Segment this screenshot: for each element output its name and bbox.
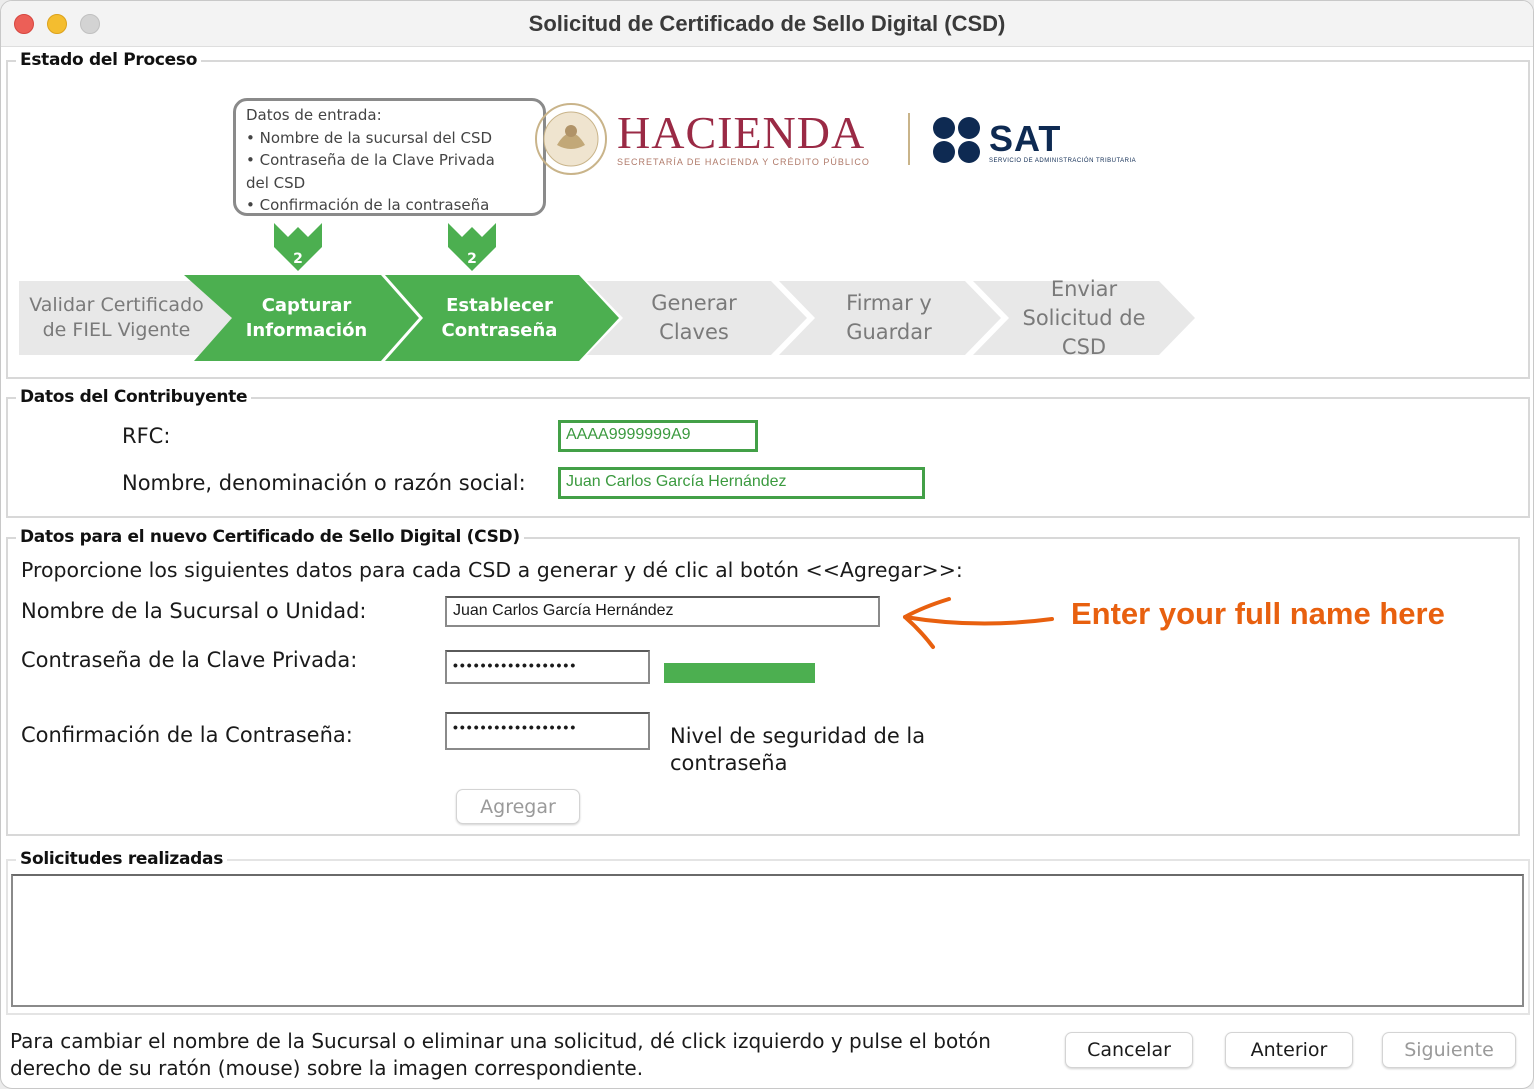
step-enviar-solicitud: Enviar Solicitud de CSD [1009,275,1159,361]
mexico-coat-of-arms-icon [535,103,607,175]
csd-request-window: Solicitud de Certificado de Sello Digita… [0,0,1534,1089]
business-name-label: Nombre, denominación o razón social: [122,471,526,495]
add-button[interactable]: Agregar [456,789,580,824]
step-marker-number: 2 [467,251,477,267]
footer-help-text: Para cambiar el nombre de la Sucursal o … [10,1028,991,1082]
cancel-button[interactable]: Cancelar [1065,1032,1193,1068]
password-confirm-input[interactable]: •••••••••••••••••• [445,712,650,750]
hacienda-logo-subtitle: SECRETARÍA DE HACIENDA Y CRÉDITO PÚBLICO [617,157,870,167]
branch-name-input[interactable]: Juan Carlos García Hernández [445,596,880,627]
sat-logo-subtitle: SERVICIO DE ADMINISTRACIÓN TRIBUTARIA [989,158,1137,164]
hacienda-logo-text: HACIENDA [617,107,866,158]
step-label: Capturar [261,295,352,316]
next-button[interactable]: Siguiente [1382,1032,1516,1068]
previous-button[interactable]: Anterior [1225,1032,1353,1068]
input-data-line: • Nombre de la sucursal del CSD [246,128,493,147]
submitted-requests-list[interactable] [11,874,1524,1007]
step-label: Validar Certificado [29,294,204,316]
process-status-legend: Estado del Proceso [16,50,202,70]
new-csd-data-legend: Datos para el nuevo Certificado de Sello… [16,527,524,547]
input-data-line: del CSD [246,173,306,192]
annotation-arrow-icon [903,597,1054,649]
csd-instructions: Proporcione los siguientes datos para ca… [21,558,963,582]
input-data-line: • Contraseña de la Clave Privada [246,151,495,169]
step-validar-fiel: Validar Certificado de FIEL Vigente [29,275,204,361]
step-firmar-guardar: Firmar y Guardar [819,275,959,361]
window-title: Solicitud de Certificado de Sello Digita… [528,11,1006,36]
step-label: Firmar y [846,291,932,315]
submitted-requests-legend: Solicitudes realizadas [16,849,228,869]
private-key-password-input[interactable]: •••••••••••••••••• [445,650,650,684]
business-name-field: Juan Carlos García Hernández [558,467,925,499]
sat-logo: SAT SERVICIO DE ADMINISTRACIÓN TRIBUTARI… [989,118,1136,164]
branch-name-label: Nombre de la Sucursal o Unidad: [21,599,367,623]
step-label: Solicitud de [1022,305,1146,330]
input-data-line: • Confirmación de la contraseña [246,196,490,214]
sat-logo-text: SAT [989,118,1062,159]
step-label: Contraseña [441,320,558,341]
step-label: Claves [659,320,729,344]
password-strength-bar [664,663,815,683]
input-data-callout: Datos de entrada: • Nombre de la sucursa… [233,98,546,216]
step-establecer-contrasena: Establecer Contraseña [427,275,572,361]
rfc-field: AAAA9999999A9 [558,420,758,452]
password-security-level-label: Nivel de seguridad de la contraseña [670,723,925,777]
step-marker-icon: 2 [448,223,496,271]
security-label-line: Nivel de seguridad de la [670,724,926,748]
rfc-label: RFC: [122,424,171,448]
input-data-title: Datos de entrada: [246,106,382,124]
step-label: Enviar [1050,276,1118,301]
step-capturar-informacion: Capturar Información [234,275,379,361]
step-label: de FIEL Vigente [42,319,191,341]
footer-help-line: Para cambiar el nombre de la Sucursal o … [10,1029,991,1053]
password-confirm-label: Confirmación de la Contraseña: [21,723,353,747]
step-label: Generar [651,291,737,315]
step-label: Información [245,320,368,341]
private-key-password-label: Contraseña de la Clave Privada: [21,648,358,672]
footer-help-line: derecho de su ratón (mouse) sobre la ima… [10,1056,644,1080]
step-label: CSD [1061,334,1107,359]
taxpayer-data-legend: Datos del Contribuyente [16,387,252,407]
step-marker-icon: 2 [274,223,322,271]
security-label-line: contraseña [670,751,788,775]
hacienda-logo: HACIENDA SECRETARÍA DE HACIENDA Y CRÉDIT… [617,106,870,167]
annotation-enter-name: Enter your full name here [1071,596,1445,631]
title-bar: Solicitud de Certificado de Sello Digita… [1,1,1533,47]
taxpayer-data-group: Datos del Contribuyente [6,387,1530,518]
step-label: Guardar [846,320,932,344]
sat-logo-icon [933,117,980,163]
step-marker-number: 2 [293,251,303,267]
step-generar-claves: Generar Claves [624,275,764,361]
logo-divider [908,113,910,165]
process-steps: Validar Certificado de FIEL Vigente Captu… [19,275,1199,361]
step-label: Establecer [446,295,553,316]
